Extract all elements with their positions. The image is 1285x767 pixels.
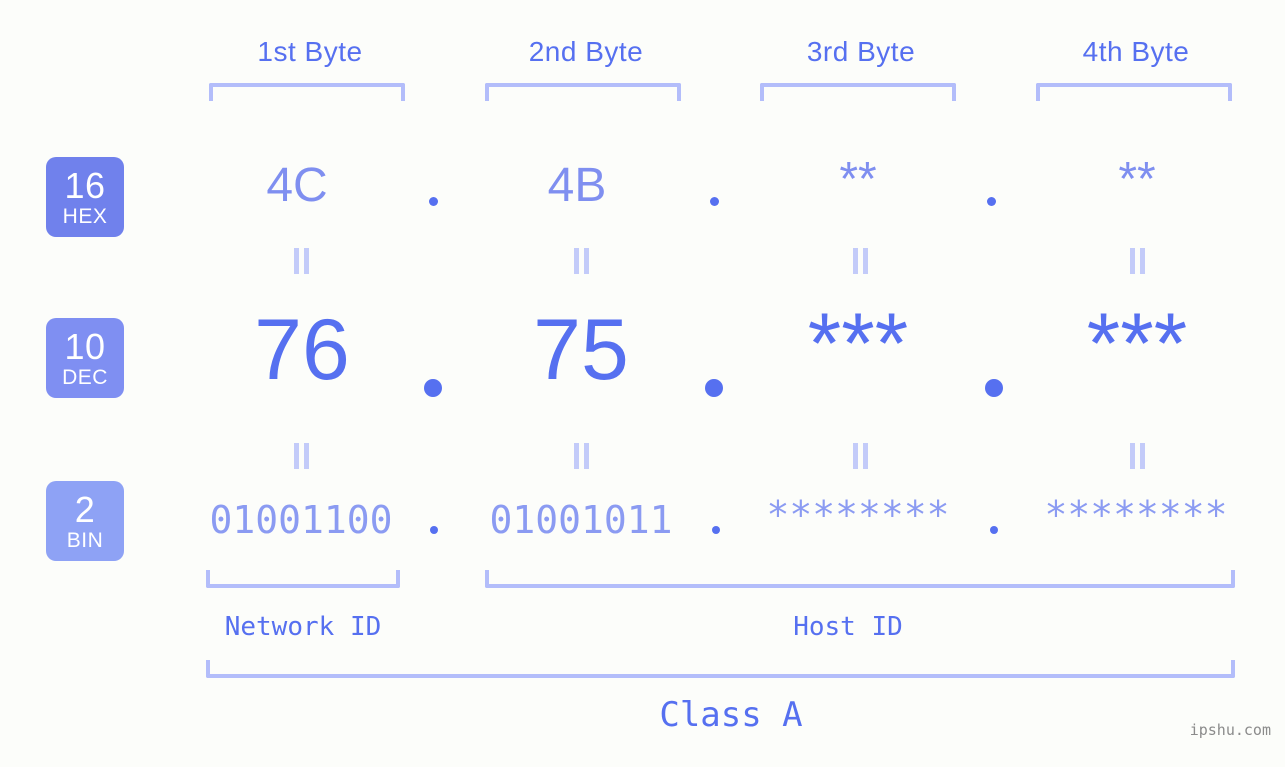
host-id-bracket: [485, 570, 1235, 588]
equals-mark-dec-bin-2: [571, 443, 591, 469]
dec-byte-4: ***: [1086, 296, 1188, 392]
network-id-bracket: [206, 570, 400, 588]
bin-byte-3: ********: [766, 493, 950, 537]
equals-mark-dec-bin-1: [291, 443, 311, 469]
bin-byte-2: 01001011: [489, 498, 673, 542]
radix-badge-dec: 10 DEC: [46, 318, 124, 398]
site-watermark: ipshu.com: [1189, 721, 1271, 739]
byte-bracket-2: [485, 83, 681, 101]
hex-separator-dot-1: [429, 197, 438, 206]
hex-byte-4: **: [1118, 153, 1156, 206]
equals-mark-hex-dec-3: [850, 248, 870, 274]
byte-header-3: 3rd Byte: [806, 36, 916, 67]
radix-badge-hex-number: 16: [64, 164, 106, 206]
hex-byte-3: **: [839, 153, 877, 206]
radix-badge-dec-number: 10: [64, 325, 106, 367]
byte-header-2: 2nd Byte: [528, 36, 644, 67]
host-id-label: Host ID: [793, 612, 903, 642]
byte-header-1: 1st Byte: [257, 36, 363, 67]
byte-bracket-3: [760, 83, 956, 101]
radix-badge-dec-unit: DEC: [62, 365, 108, 389]
hex-separator-dot-3: [987, 197, 996, 206]
dec-byte-2: 75: [533, 302, 629, 398]
equals-mark-hex-dec-4: [1127, 248, 1147, 274]
bin-byte-4: ********: [1044, 493, 1228, 537]
radix-badge-bin-unit: BIN: [66, 528, 104, 552]
dec-separator-dot-1: [424, 379, 442, 397]
byte-header-4: 4th Byte: [1082, 36, 1190, 67]
equals-mark-hex-dec-2: [571, 248, 591, 274]
bin-separator-dot-2: [712, 526, 720, 534]
radix-badge-bin: 2 BIN: [46, 481, 124, 561]
dec-separator-dot-3: [985, 379, 1003, 397]
dec-separator-dot-2: [705, 379, 723, 397]
ip-address-breakdown-diagram: 1st Byte 2nd Byte 3rd Byte 4th Byte 16 H…: [0, 0, 1285, 767]
radix-badge-hex-unit: HEX: [62, 204, 108, 228]
bin-separator-dot-1: [430, 526, 438, 534]
hex-byte-1: 4C: [266, 159, 328, 212]
network-id-label: Network ID: [224, 612, 382, 642]
byte-bracket-4: [1036, 83, 1232, 101]
dec-byte-3: ***: [807, 296, 909, 392]
equals-mark-hex-dec-1: [291, 248, 311, 274]
byte-bracket-1: [209, 83, 405, 101]
class-bracket: [206, 660, 1235, 678]
hex-byte-2: 4B: [547, 159, 607, 212]
radix-badge-hex: 16 HEX: [46, 157, 124, 237]
class-label: Class A: [659, 695, 803, 735]
bin-separator-dot-3: [990, 526, 998, 534]
bin-byte-1: 01001100: [209, 498, 393, 542]
equals-mark-dec-bin-3: [850, 443, 870, 469]
hex-separator-dot-2: [710, 197, 719, 206]
dec-byte-1: 76: [254, 302, 350, 398]
radix-badge-bin-number: 2: [74, 488, 96, 530]
equals-mark-dec-bin-4: [1127, 443, 1147, 469]
